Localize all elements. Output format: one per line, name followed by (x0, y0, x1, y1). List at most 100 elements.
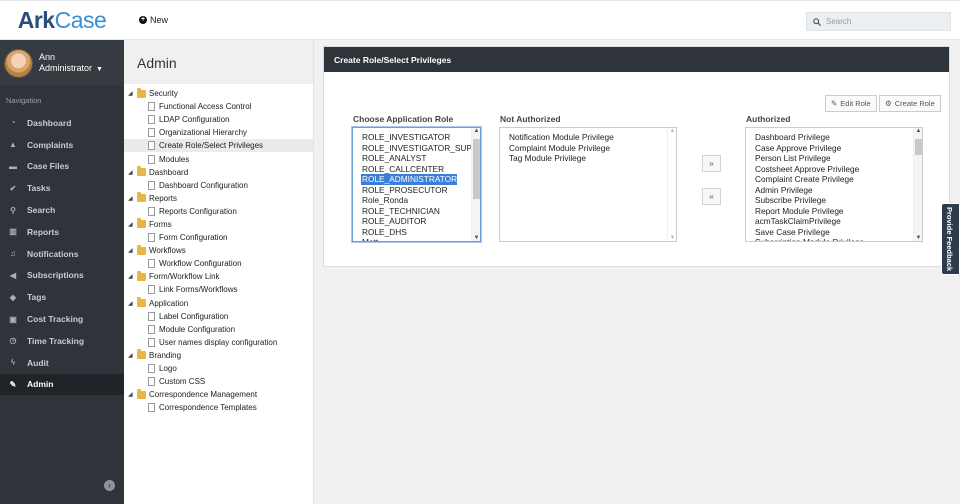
tree-item[interactable]: LDAP Configuration (124, 113, 313, 126)
list-option[interactable]: Matt (353, 237, 480, 241)
expand-toggle-icon[interactable]: ◢ (128, 273, 134, 280)
tree-item[interactable]: Organizational Hierarchy (124, 126, 313, 139)
sidebar-item-tasks[interactable]: ✔ Tasks (0, 177, 124, 199)
tree-folder[interactable]: ◢ Correspondence Management (124, 388, 313, 401)
authorized-scrollbar[interactable]: ▲ ▼ (913, 128, 922, 241)
tree-item[interactable]: Workflow Configuration (124, 257, 313, 270)
move-left-button[interactable]: « (702, 188, 721, 205)
tree-item[interactable]: Correspondence Templates (124, 401, 313, 414)
tree-folder[interactable]: ◢ Workflows (124, 244, 313, 257)
tree-item[interactable]: Reports Configuration (124, 205, 313, 218)
sidebar-item-admin[interactable]: ✎ Admin (0, 373, 124, 396)
sidebar-item-dashboard[interactable]: ◔ Dashboard (0, 112, 124, 134)
list-option[interactable]: Notification Module Privilege (500, 132, 676, 143)
list-option[interactable]: Complaint Module Privilege (500, 143, 676, 154)
folder-icon (137, 244, 146, 255)
list-option[interactable]: ROLE_TECHNICIAN (353, 206, 480, 217)
sidebar-item-complaints[interactable]: ▲ Complaints (0, 134, 124, 156)
expand-toggle-icon[interactable]: ◢ (128, 300, 134, 307)
move-right-button[interactable]: » (702, 155, 721, 172)
edit-role-button[interactable]: ✎ Edit Role (825, 95, 877, 112)
tree-item[interactable]: Functional Access Control (124, 100, 313, 113)
authorized-listbox[interactable]: Dashboard Privilege Case Approve Privileg… (745, 127, 923, 242)
scroll-down-icon[interactable]: ▼ (472, 235, 480, 241)
list-option[interactable]: ROLE_ADMINISTRATOR (361, 174, 458, 185)
list-option[interactable]: Person List Privilege (746, 153, 922, 164)
list-option[interactable]: Costsheet Approve Privilege (746, 164, 922, 175)
list-option[interactable]: Complaint Create Privilege (746, 174, 922, 185)
sidebar-item-time-tracking[interactable]: ◷ Time Tracking (0, 330, 124, 352)
expand-toggle-icon[interactable]: ◢ (128, 221, 134, 228)
not-authorized-listbox[interactable]: Notification Module Privilege Complaint M… (499, 127, 677, 242)
sidebar-item-tags[interactable]: ◆ Tags (0, 286, 124, 308)
new-button[interactable]: + New (139, 15, 168, 25)
tree-folder[interactable]: ◢ Form/Workflow Link (124, 270, 313, 283)
create-role-button[interactable]: ⚙ Create Role (879, 95, 941, 112)
list-option[interactable]: ROLE_PROSECUTOR (353, 185, 480, 196)
tree-item[interactable]: Modules (124, 152, 313, 165)
tree-folder[interactable]: ◢ Dashboard (124, 166, 313, 179)
expand-toggle-icon[interactable]: ◢ (128, 90, 134, 97)
scroll-thumb[interactable] (473, 139, 480, 199)
sidebar-item-reports[interactable]: ▥ Reports (0, 221, 124, 243)
tree-label: Security (149, 89, 178, 99)
scroll-up-icon[interactable]: ▲ (472, 128, 480, 134)
expand-toggle-icon[interactable]: ◢ (128, 169, 134, 176)
list-option[interactable]: Role_Ronda (353, 195, 480, 206)
list-option[interactable]: ROLE_INVESTIGATOR (353, 132, 480, 143)
tree-folder[interactable]: ◢ Branding (124, 349, 313, 362)
expand-toggle-icon[interactable]: ◢ (128, 352, 134, 359)
arkcase-logo[interactable]: ArkCase (0, 1, 124, 41)
expand-toggle-icon[interactable]: ◢ (128, 391, 134, 398)
tree-folder[interactable]: ◢ Application (124, 297, 313, 310)
scroll-up-icon[interactable]: ▲ (914, 128, 922, 134)
list-option[interactable]: Case Approve Privilege (746, 143, 922, 154)
list-option[interactable]: ROLE_AUDITOR (353, 216, 480, 227)
tree-item[interactable]: Custom CSS (124, 375, 313, 388)
collapse-sidebar-icon[interactable]: ‹ (104, 480, 115, 491)
user-menu[interactable]: Ann Administrator ▼ (0, 40, 124, 86)
roles-scrollbar[interactable]: ▲ ▼ (471, 128, 480, 241)
tree-item[interactable]: Link Forms/Workflows (124, 283, 313, 296)
provide-feedback-tab[interactable]: Provide Feedback (941, 203, 960, 275)
tree-item[interactable]: User names display configuration (124, 336, 313, 349)
list-option[interactable]: acmTaskClaimPrivilege (746, 216, 922, 227)
scroll-down-icon[interactable]: ▼ (668, 235, 676, 241)
sidebar-item-notifications[interactable]: ♫ Notifications (0, 243, 124, 265)
list-option[interactable]: Subscribe Privilege (746, 195, 922, 206)
sidebar-item-search[interactable]: ⚲ Search (0, 199, 124, 221)
tree-item[interactable]: Create Role/Select Privileges (124, 139, 313, 153)
list-option[interactable]: Admin Privilege (746, 185, 922, 196)
tree-item[interactable]: Label Configuration (124, 310, 313, 323)
scroll-down-icon[interactable]: ▼ (914, 235, 922, 241)
scroll-thumb[interactable] (915, 139, 922, 155)
scroll-up-icon[interactable]: ▲ (668, 128, 676, 134)
sidebar-item-cost-tracking[interactable]: ▣ Cost Tracking (0, 308, 124, 330)
tree-item[interactable]: Module Configuration (124, 323, 313, 336)
list-option[interactable]: ROLE_ANALYST (353, 153, 480, 164)
tree-folder[interactable]: ◢ Reports (124, 192, 313, 205)
tree-item[interactable]: Form Configuration (124, 231, 313, 244)
tree-folder[interactable]: ◢ Forms (124, 218, 313, 231)
list-option[interactable]: ROLE_DHS (353, 227, 480, 238)
tree-folder[interactable]: ◢ Security (124, 87, 313, 100)
expand-toggle-icon[interactable]: ◢ (128, 195, 134, 202)
search-input[interactable] (826, 17, 944, 26)
roles-listbox[interactable]: ROLE_INVESTIGATORROLE_INVESTIGATOR_SUPER… (352, 127, 481, 242)
list-option[interactable]: ROLE_CALLCENTER (353, 164, 480, 175)
list-option[interactable]: Tag Module Privilege (500, 153, 676, 164)
list-option[interactable]: Dashboard Privilege (746, 132, 922, 143)
sidebar-item-case-files[interactable]: ▬ Case Files (0, 156, 124, 178)
sidebar-item-audit[interactable]: ϟ Audit (0, 352, 124, 374)
search-box[interactable] (806, 12, 951, 31)
list-option[interactable]: Report Module Privilege (746, 206, 922, 217)
list-option[interactable]: ROLE_INVESTIGATOR_SUPERVISOR (353, 143, 480, 154)
user-name[interactable]: Ann Administrator ▼ (39, 52, 103, 75)
sidebar-item-subscriptions[interactable]: ◀ Subscriptions (0, 265, 124, 287)
tree-item[interactable]: Dashboard Configuration (124, 179, 313, 192)
not-authorized-scrollbar[interactable]: ▲ ▼ (667, 128, 676, 241)
list-option[interactable]: Subscription Module Privilege (746, 237, 922, 241)
list-option[interactable]: Save Case Privilege (746, 227, 922, 238)
tree-item[interactable]: Logo (124, 362, 313, 375)
expand-toggle-icon[interactable]: ◢ (128, 247, 134, 254)
